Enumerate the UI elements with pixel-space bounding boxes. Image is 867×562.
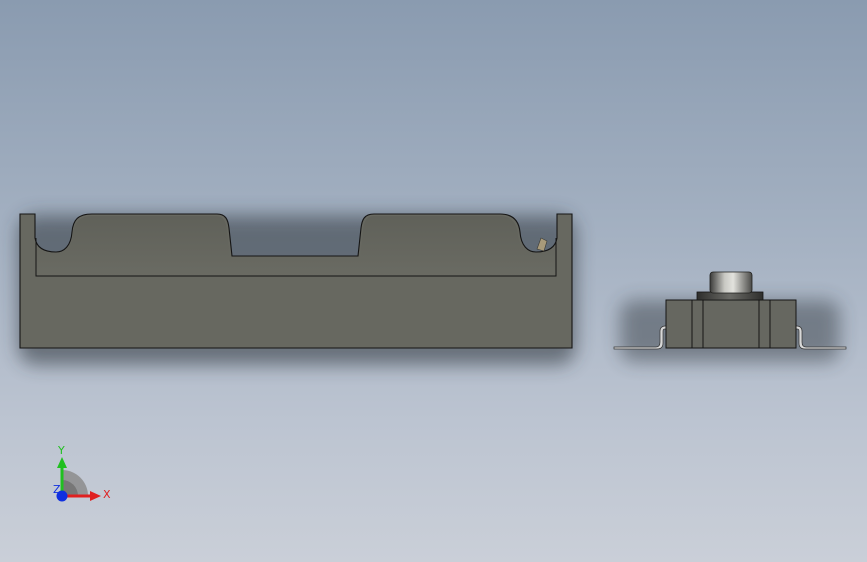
- orientation-triad[interactable]: Y X Z: [40, 440, 120, 510]
- side-view-cylinder: [709, 271, 753, 294]
- triad-y-label: Y: [57, 444, 65, 457]
- model-scene: [18, 213, 847, 365]
- triad-x-label: X: [103, 488, 111, 501]
- triad-z-label: Z: [53, 483, 61, 496]
- side-view-body: [665, 299, 797, 349]
- graphics-viewport[interactable]: Y X Z: [0, 0, 867, 562]
